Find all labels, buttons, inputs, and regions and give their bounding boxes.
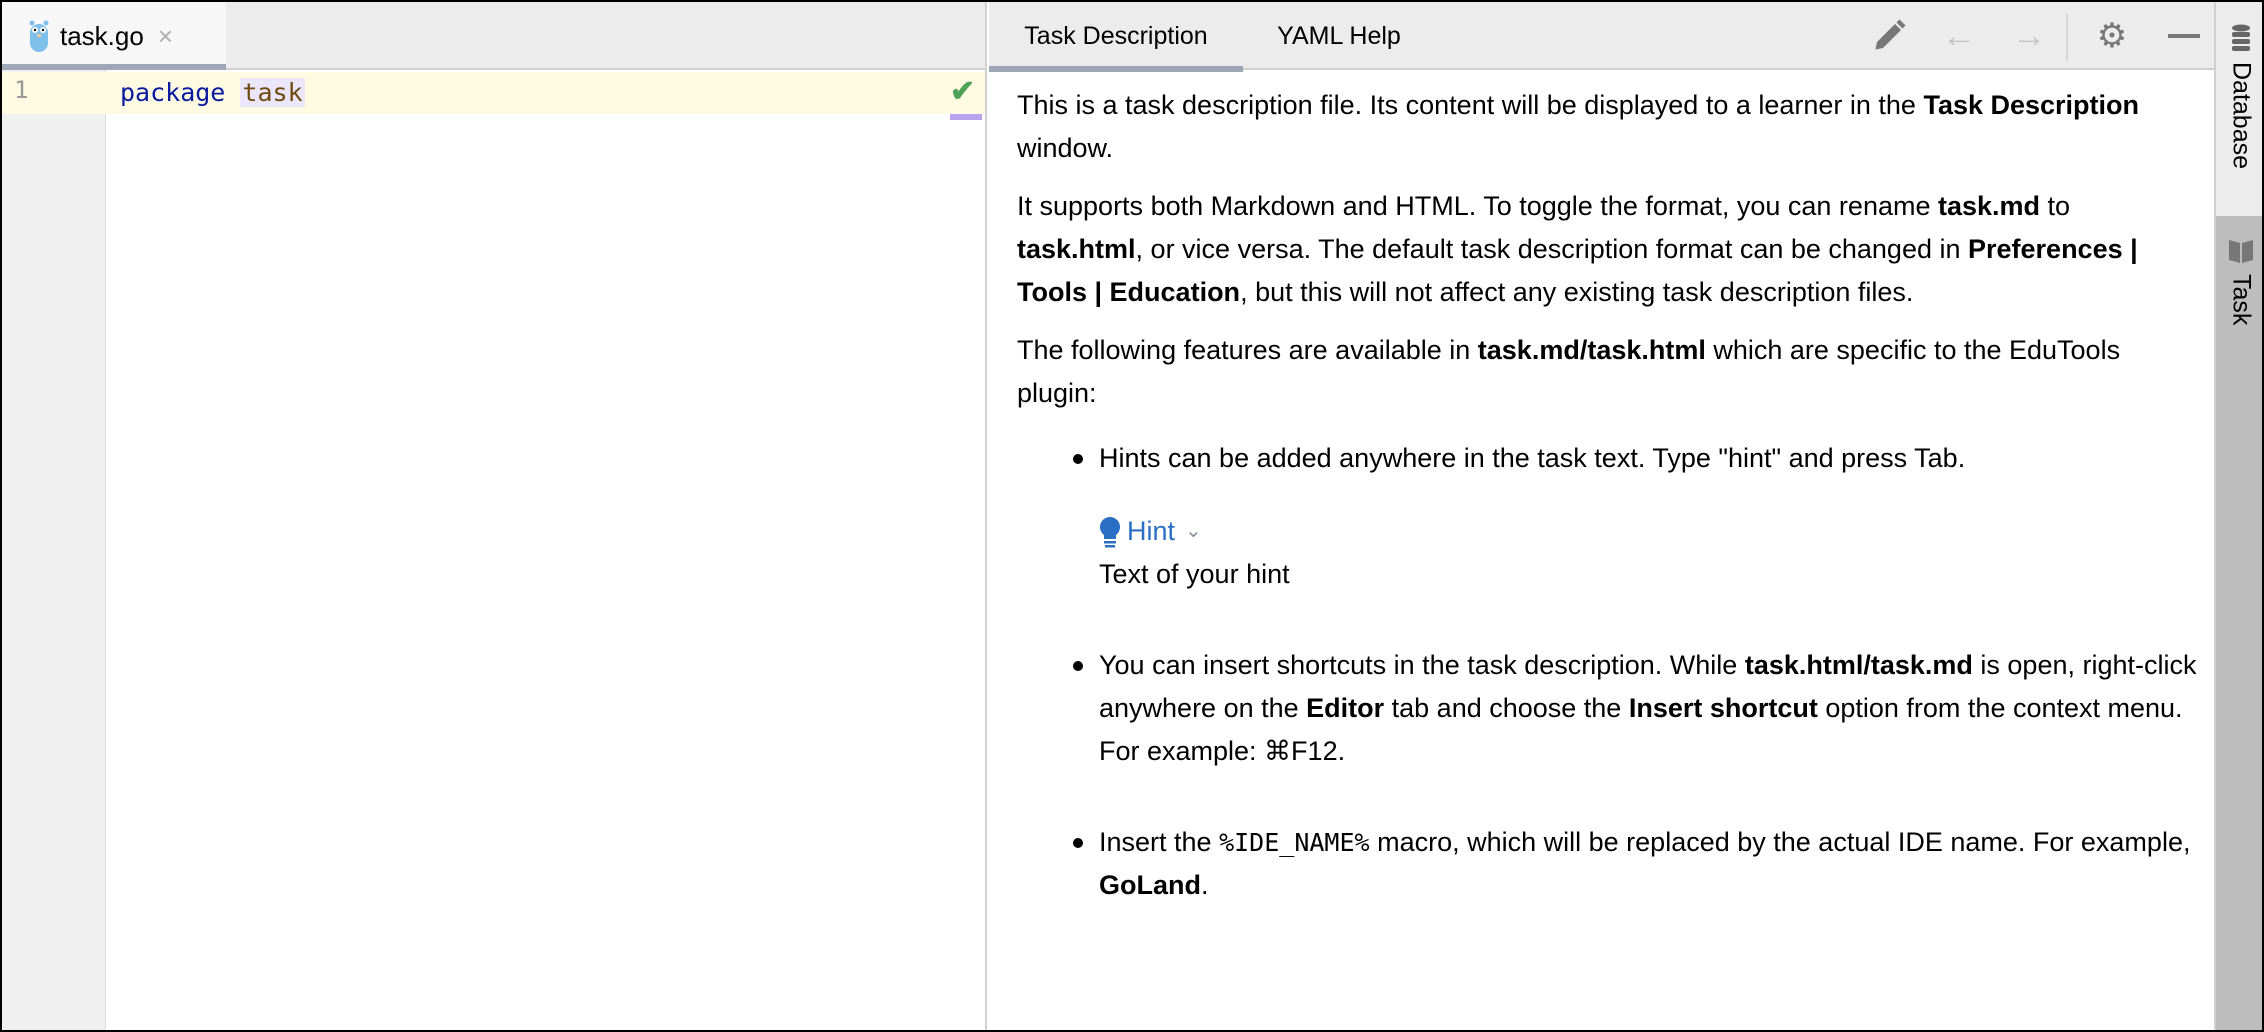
- check-icon[interactable]: ✔: [950, 74, 975, 109]
- hint-text: Text of your hint: [1099, 559, 1290, 589]
- bold-text: Editor: [1306, 693, 1385, 723]
- bold-text: task.html: [1017, 234, 1136, 264]
- list-item: Hints can be added anywhere in the task …: [1073, 437, 2197, 596]
- sidebar-item-label: Database: [2227, 62, 2256, 170]
- minimize-icon[interactable]: [2164, 16, 2204, 56]
- scroll-marker: [950, 114, 982, 120]
- sidebar-item-database[interactable]: Database: [2216, 2, 2262, 215]
- text: , but this will not affect any existing …: [1240, 277, 1914, 307]
- pencil-icon[interactable]: [1869, 16, 1909, 56]
- panel-header: Task Description YAML Help ← → ⚙: [989, 2, 2214, 72]
- forward-arrow-icon[interactable]: →: [2009, 16, 2049, 56]
- bold-text: task.md: [1937, 191, 2041, 221]
- editor-tab-bar: task.go ×: [2, 2, 985, 70]
- tab-yaml-help[interactable]: YAML Help: [1251, 2, 1427, 70]
- code-keyword: package: [120, 78, 226, 107]
- macro-code: %IDE_NAME%: [1219, 828, 1370, 857]
- close-icon[interactable]: ×: [158, 21, 173, 52]
- text: It supports both Markdown and HTML. To t…: [1017, 191, 1938, 221]
- text: Insert the: [1099, 827, 1220, 857]
- task-description-panel: Task Description YAML Help ← → ⚙ This is…: [989, 2, 2214, 1030]
- line-gutter: [2, 70, 106, 1030]
- book-icon: [2229, 240, 2253, 263]
- text: , or vice versa. The default task descri…: [1135, 234, 1968, 264]
- feature-list: Hints can be added anywhere in the task …: [1017, 437, 2197, 907]
- text: window.: [1017, 133, 1114, 163]
- ide-window: task.go × 1 package task ✔ Task Descript…: [0, 0, 2264, 1032]
- tab-task-description[interactable]: Task Description: [989, 2, 1243, 72]
- bold-text: Insert shortcut: [1628, 693, 1818, 723]
- bold-text: task.md/task.html: [1477, 335, 1706, 365]
- bold-text: Task Description: [1923, 90, 2140, 120]
- hint-toggle[interactable]: Hint ⌄: [1099, 510, 2197, 553]
- bold-text: task.html/task.md: [1744, 650, 1973, 680]
- back-arrow-icon[interactable]: ←: [1939, 16, 1979, 56]
- text: tab and choose the: [1384, 693, 1629, 723]
- chevron-down-icon: ⌄: [1185, 520, 1202, 542]
- editor-tab-task-go[interactable]: task.go ×: [2, 2, 226, 70]
- hint-label: Hint: [1127, 516, 1176, 546]
- text: .: [1201, 870, 1209, 900]
- text: You can insert shortcuts in the task des…: [1099, 650, 1745, 680]
- text: to: [2040, 191, 2071, 221]
- paragraph-features: The following features are available in …: [1017, 329, 2197, 415]
- text: Hints can be added anywhere in the task …: [1099, 443, 1966, 473]
- gear-icon[interactable]: ⚙: [2092, 16, 2132, 56]
- line-number: 1: [14, 76, 29, 104]
- toolbar-separator: [2066, 14, 2068, 60]
- sidebar-item-task[interactable]: Task: [2216, 216, 2262, 1030]
- text: macro, which will be replaced by the act…: [1369, 827, 2191, 857]
- gopher-icon: [29, 20, 49, 52]
- list-item: You can insert shortcuts in the task des…: [1073, 644, 2197, 773]
- right-tool-sidebar: Database Task: [2214, 2, 2262, 1030]
- text: This is a task description file. Its con…: [1017, 90, 1924, 120]
- text: The following features are available in: [1017, 335, 1478, 365]
- sidebar-item-label: Task: [2227, 274, 2256, 326]
- editor-pane: task.go × 1 package task ✔: [2, 2, 987, 1030]
- task-description-content: This is a task description file. Its con…: [1017, 84, 2197, 955]
- paragraph-intro: This is a task description file. Its con…: [1017, 84, 2197, 170]
- database-icon: [2232, 24, 2250, 51]
- code-line[interactable]: package task: [120, 75, 305, 111]
- lightbulb-icon: [1100, 516, 1120, 547]
- code-identifier: task: [240, 78, 305, 107]
- paragraph-format: It supports both Markdown and HTML. To t…: [1017, 185, 2197, 314]
- editor-tab-label: task.go: [60, 20, 144, 51]
- bold-text: GoLand: [1099, 870, 1201, 900]
- list-item: Insert the %IDE_NAME% macro, which will …: [1073, 821, 2197, 907]
